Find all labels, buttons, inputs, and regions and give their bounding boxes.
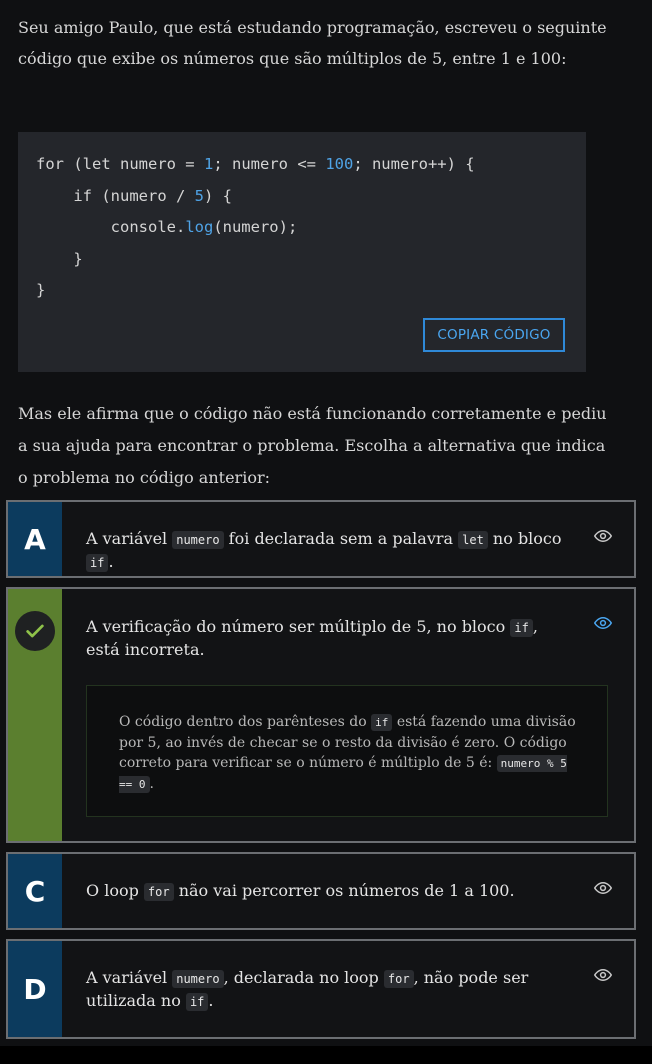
explanation-text: O código dentro dos parênteses do if est… [119,714,576,793]
eye-icon[interactable] [594,614,612,632]
alternative-a[interactable]: A A variável numero foi declarada sem a … [6,500,636,578]
eye-icon[interactable] [594,527,612,545]
code-block: for (let numero = 1; numero <= 100; nume… [18,132,586,372]
alternative-letter: A [8,502,62,576]
alternative-letter: D [8,941,62,1037]
alternative-status [8,589,62,841]
intro-text: Seu amigo Paulo, que está estudando prog… [18,18,607,68]
alternative-text: O loop for não vai percorrer os números … [86,881,515,901]
copy-code-button[interactable]: COPIAR CÓDIGO [423,318,565,352]
code-content: for (let numero = 1; numero <= 100; nume… [36,155,475,299]
bottom-bar [0,1046,652,1064]
alternative-letter: C [8,854,62,928]
alternative-d[interactable]: D A variável numero, declarada no loop f… [6,939,636,1039]
explanation-box: O código dentro dos parênteses do if est… [86,685,608,817]
alternative-text: A variável numero foi declarada sem a pa… [86,529,562,572]
question-text: Mas ele afirma que o código não está fun… [18,404,607,487]
eye-icon[interactable] [594,966,612,984]
alternative-c[interactable]: C O loop for não vai percorrer os número… [6,852,636,930]
alternative-b[interactable]: A verificação do número ser múltiplo de … [6,587,636,843]
alternative-text: A variável numero, declarada no loop for… [86,968,529,1011]
check-icon [15,611,55,651]
alternative-text: A verificação do número ser múltiplo de … [86,617,538,659]
eye-icon[interactable] [594,879,612,897]
